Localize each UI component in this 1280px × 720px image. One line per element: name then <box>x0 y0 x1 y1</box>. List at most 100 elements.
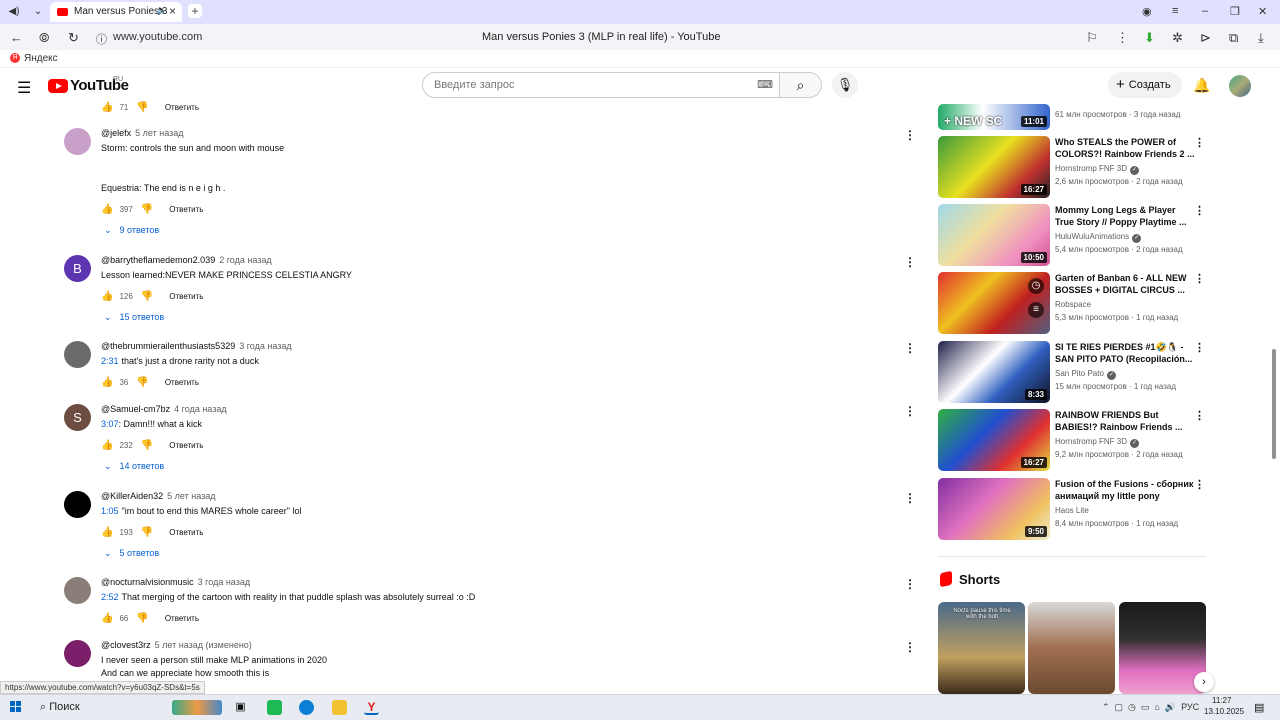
clock-time[interactable]: 11:27 <box>1212 696 1231 705</box>
video-thumbnail[interactable]: 16:27 <box>938 409 1050 471</box>
keyboard-icon[interactable]: ⌨ <box>757 78 773 91</box>
clock-date[interactable]: 13.10.2025 <box>1204 707 1244 716</box>
video-channel[interactable]: Haos Lite <box>1055 506 1089 515</box>
avatar[interactable] <box>64 341 91 368</box>
hamburger-menu-icon[interactable]: ☰ <box>17 78 31 98</box>
restore-icon[interactable]: ❐ <box>1230 5 1240 18</box>
minimize-icon[interactable]: – <box>1202 5 1208 17</box>
timestamp-link[interactable]: 2:52 <box>101 592 119 602</box>
reply-button[interactable]: Ответить <box>169 528 203 537</box>
video-thumbnail[interactable]: ◷ ≡ <box>938 272 1050 334</box>
dislike-icon[interactable]: 👎 <box>141 204 153 215</box>
dislike-icon[interactable]: 👎 <box>141 527 153 538</box>
comment-menu-icon[interactable]: ⋮ <box>904 255 916 269</box>
tab-list-chevron-icon[interactable]: ⌄ <box>30 4 46 20</box>
reply-button[interactable]: Ответить <box>169 205 203 214</box>
like-icon[interactable]: 👍 <box>101 613 113 624</box>
related-video[interactable]: 16:27 RAINBOW FRIENDS But BABIES!? Rainb… <box>938 409 1208 471</box>
url-field[interactable]: www.youtube.com <box>113 31 202 43</box>
system-tray[interactable]: ⌃ ▢ ◷ ▭ ⌂ 🔊 РУС <box>1102 702 1199 713</box>
tab-sound-icon[interactable]: ◀) <box>6 4 22 20</box>
video-channel[interactable]: HuluWuluAnimations <box>1055 232 1129 241</box>
video-menu-icon[interactable]: ⋮ <box>1194 272 1205 285</box>
search-input[interactable]: Введите запрос ⌨ <box>422 72 780 98</box>
video-thumbnail[interactable]: 9:50 <box>938 478 1050 540</box>
reply-button[interactable]: Ответить <box>169 441 203 450</box>
reload-icon[interactable]: ↻ <box>68 30 79 46</box>
site-info-icon[interactable]: ⓘ <box>96 31 107 47</box>
comment-time[interactable]: 3 года назад <box>198 577 250 587</box>
related-video[interactable]: ◷ ≡ Garten of Banban 6 - ALL NEW BOSSES … <box>938 272 1208 334</box>
comment-menu-icon[interactable]: ⋮ <box>904 640 916 654</box>
shorts-next-button[interactable]: › <box>1194 672 1214 692</box>
youtube-logo-icon[interactable] <box>48 79 68 93</box>
like-icon[interactable]: 👍 <box>101 377 113 388</box>
add-to-queue-icon[interactable]: ≡ <box>1028 302 1044 318</box>
yandex-browser-icon[interactable]: Y <box>364 700 379 715</box>
video-channel[interactable]: Robspace <box>1055 300 1091 309</box>
video-menu-icon[interactable]: ⋮ <box>1194 136 1205 149</box>
comment-menu-icon[interactable]: ⋮ <box>904 341 916 355</box>
short-item[interactable] <box>1119 602 1206 694</box>
related-video[interactable]: 16:27 Who STEALS the POWER of COLORS?! R… <box>938 136 1208 198</box>
timestamp-link[interactable]: 1:05 <box>101 506 119 516</box>
account-avatar[interactable] <box>1229 75 1251 97</box>
video-thumbnail[interactable]: 8:33 <box>938 341 1050 403</box>
reply-button[interactable]: Ответить <box>165 103 199 112</box>
comment-time[interactable]: 2 года назад <box>219 255 271 265</box>
file-explorer-icon[interactable] <box>332 700 347 715</box>
replies-toggle[interactable]: ⌄ 15 ответов <box>104 312 164 323</box>
short-item[interactable] <box>1028 602 1115 694</box>
notifications-bell-icon[interactable]: 🔔 <box>1193 77 1210 94</box>
like-icon[interactable]: 👍 <box>101 204 113 215</box>
video-thumbnail[interactable]: + NEW SC 11:01 <box>938 104 1050 130</box>
comment-time[interactable]: 3 года назад <box>239 341 291 351</box>
bookmark-icon[interactable]: ⚐ <box>1086 30 1098 46</box>
avatar[interactable] <box>64 491 91 518</box>
edge-icon[interactable] <box>299 700 314 715</box>
extensions-puzzle-icon[interactable]: ✲ <box>1172 30 1183 46</box>
comment-time[interactable]: 5 лет назад <box>167 491 215 501</box>
timestamp-link[interactable]: 3:07 <box>101 419 119 429</box>
avatar[interactable]: S <box>64 404 91 431</box>
reply-button[interactable]: Ответить <box>169 292 203 301</box>
comment-author[interactable]: @KillerAiden32 <box>101 491 163 501</box>
video-menu-icon[interactable]: ⋮ <box>1194 341 1205 354</box>
page-scrollbar[interactable] <box>1271 104 1277 690</box>
downloads-icon[interactable]: ⤓ <box>1258 30 1264 46</box>
reply-button[interactable]: Ответить <box>165 614 199 623</box>
avatar[interactable] <box>64 128 91 155</box>
comment-menu-icon[interactable]: ⋮ <box>904 577 916 591</box>
new-tab-button[interactable]: + <box>188 4 202 18</box>
video-title[interactable]: RAINBOW FRIENDS But BABIES!? Rainbow Fri… <box>1055 409 1195 433</box>
widgets-icon[interactable] <box>172 700 222 715</box>
reply-button[interactable]: Ответить <box>165 378 199 387</box>
like-icon[interactable]: 👍 <box>101 440 113 451</box>
watch-later-icon[interactable]: ◷ <box>1028 278 1044 294</box>
tab-audio-icon[interactable]: 🔈 <box>156 5 167 16</box>
yandex-home-icon[interactable]: ⦾ <box>39 30 49 46</box>
video-title[interactable]: Garten of Banban 6 - ALL NEW BOSSES + DI… <box>1055 272 1195 296</box>
like-icon[interactable]: 👍 <box>101 527 113 538</box>
timestamp-link[interactable]: 2:31 <box>101 356 119 366</box>
collections-icon[interactable]: ⧉ <box>1229 30 1238 46</box>
video-title[interactable]: Mommy Long Legs & Player True Story // P… <box>1055 204 1195 228</box>
video-thumbnail[interactable]: 10:50 <box>938 204 1050 266</box>
dislike-icon[interactable]: 👎 <box>136 102 148 113</box>
video-menu-icon[interactable]: ⋮ <box>1194 409 1205 422</box>
create-button[interactable]: + Создать <box>1108 72 1182 98</box>
dislike-icon[interactable]: 👎 <box>141 440 153 451</box>
app-icon[interactable] <box>267 700 282 715</box>
browser-tab-active[interactable]: Man versus Ponies 3 🔈 × <box>50 2 182 22</box>
comment-menu-icon[interactable]: ⋮ <box>904 404 916 418</box>
back-icon[interactable]: ← <box>10 30 23 45</box>
comment-time[interactable]: 5 лет назад (изменено) <box>155 640 252 650</box>
replies-toggle[interactable]: ⌄ 14 ответов <box>104 461 164 472</box>
task-view-icon[interactable]: ▣ <box>233 700 248 715</box>
video-title[interactable]: Fusion of the Fusions - сборник анимаций… <box>1055 478 1195 502</box>
avatar[interactable]: B <box>64 255 91 282</box>
video-title[interactable]: Who STEALS the POWER of COLORS?! Rainbow… <box>1055 136 1195 160</box>
windows-start-icon[interactable] <box>10 701 22 713</box>
short-item[interactable]: Nocts pause this time with the bolt <box>938 602 1025 694</box>
comment-menu-icon[interactable]: ⋮ <box>904 491 916 505</box>
